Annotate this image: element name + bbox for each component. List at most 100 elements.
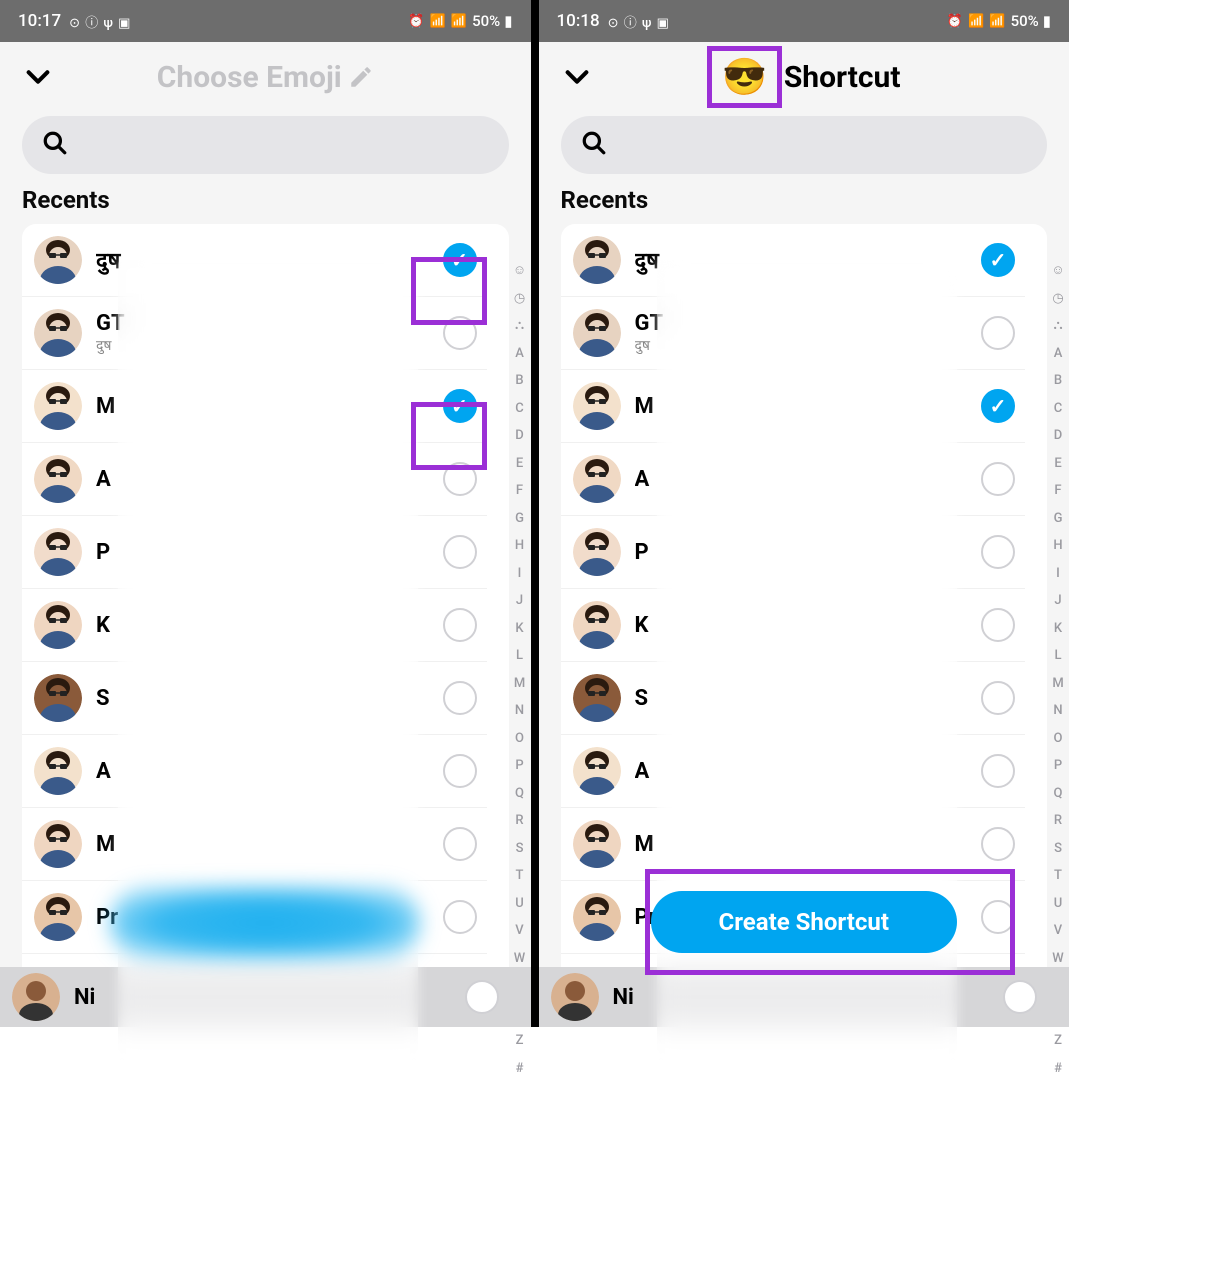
index-letter[interactable]: D [1054,428,1063,443]
index-letter[interactable]: C [1054,401,1063,416]
list-item[interactable]: M [561,808,1026,881]
list-item[interactable]: दुष [22,224,487,297]
group-index-icon[interactable]: ⛬ [515,318,524,333]
list-item[interactable]: A [561,443,1026,516]
back-chevron[interactable] [557,57,597,97]
index-letter[interactable]: J [516,593,523,608]
list-item[interactable]: K [22,589,487,662]
select-checkbox[interactable] [981,535,1015,569]
index-letter[interactable]: O [515,731,524,746]
index-letter[interactable]: O [1054,731,1063,746]
index-letter[interactable]: Z [516,1033,524,1048]
select-checkbox[interactable] [443,681,477,715]
search-input[interactable] [22,116,509,174]
list-item[interactable]: M [22,370,487,443]
select-checkbox[interactable] [981,608,1015,642]
index-letter[interactable]: Q [515,786,524,801]
index-letter[interactable]: I [518,566,522,581]
select-checkbox[interactable] [443,608,477,642]
select-checkbox[interactable] [981,243,1015,277]
list-item[interactable]: Ni [539,967,1070,1027]
index-letter[interactable]: D [515,428,524,443]
list-item[interactable]: A [22,443,487,516]
index-letter[interactable]: W [1052,951,1063,966]
list-item[interactable]: M [22,808,487,881]
index-letter[interactable]: R [515,813,523,828]
page-title[interactable]: 😎 Shortcut [597,46,1012,108]
list-item[interactable]: P [561,516,1026,589]
index-letter[interactable]: U [515,896,524,911]
index-letter[interactable]: G [1054,511,1063,526]
emoji-index-icon[interactable]: ☺ [1051,262,1064,278]
index-letter[interactable]: F [516,483,523,498]
index-letter[interactable]: V [1054,923,1062,938]
index-letter[interactable]: I [1056,566,1060,581]
select-checkbox[interactable] [981,754,1015,788]
select-checkbox[interactable] [981,316,1015,350]
select-checkbox[interactable] [443,900,477,934]
select-checkbox[interactable] [981,681,1015,715]
select-checkbox[interactable] [443,754,477,788]
index-letter[interactable]: E [1054,456,1061,471]
index-letter[interactable]: L [1054,648,1061,663]
list-item[interactable]: P [22,516,487,589]
index-letter[interactable]: T [516,868,524,883]
list-item[interactable]: S [561,662,1026,735]
list-item[interactable]: Ni [0,967,531,1027]
index-letter[interactable]: P [1054,758,1062,773]
select-checkbox[interactable] [443,243,477,277]
select-checkbox[interactable] [1003,980,1037,1014]
index-letter[interactable]: A [515,346,524,361]
index-letter[interactable]: G [515,511,524,526]
index-letter[interactable]: H [515,538,524,553]
index-letter[interactable]: H [1053,538,1062,553]
alpha-index[interactable]: ☺ ◷ ⛬ ABCDEFGHIJKLMNOPQRSTUVWXYZ# [1049,262,1067,1076]
list-item[interactable]: A [561,735,1026,808]
index-letter[interactable]: S [1054,841,1062,856]
index-letter[interactable]: Z [1054,1033,1062,1048]
list-item[interactable]: K [561,589,1026,662]
index-letter[interactable]: A [1054,346,1063,361]
index-letter[interactable]: # [1054,1061,1062,1076]
index-letter[interactable]: L [516,648,523,663]
index-letter[interactable]: R [1054,813,1062,828]
alpha-index[interactable]: ☺ ◷ ⛬ ABCDEFGHIJKLMNOPQRSTUVWXYZ# [511,262,529,1076]
select-checkbox[interactable] [443,827,477,861]
select-checkbox[interactable] [443,389,477,423]
index-letter[interactable]: E [516,456,523,471]
index-letter[interactable]: Q [1054,786,1063,801]
emoji-index-icon[interactable]: ☺ [513,262,526,278]
index-letter[interactable]: T [1054,868,1062,883]
select-checkbox[interactable] [443,535,477,569]
index-letter[interactable]: M [514,676,525,691]
index-letter[interactable]: K [515,621,523,636]
index-letter[interactable]: U [1054,896,1063,911]
create-shortcut-button[interactable]: Create Shortcut [651,891,957,953]
select-checkbox[interactable] [443,462,477,496]
cta-blurred[interactable] [110,887,420,959]
list-item[interactable]: दुष [561,224,1026,297]
select-checkbox[interactable] [443,316,477,350]
index-letter[interactable]: N [1053,703,1062,718]
list-item[interactable]: S [22,662,487,735]
index-letter[interactable]: W [514,951,525,966]
back-chevron[interactable] [18,57,58,97]
group-index-icon[interactable]: ⛬ [1053,318,1062,333]
recent-index-icon[interactable]: ◷ [514,291,525,306]
index-letter[interactable]: M [1052,676,1063,691]
select-checkbox[interactable] [981,827,1015,861]
index-letter[interactable]: J [1054,593,1061,608]
index-letter[interactable]: P [515,758,523,773]
index-letter[interactable]: C [515,401,524,416]
list-item[interactable]: A [22,735,487,808]
recent-index-icon[interactable]: ◷ [1052,291,1063,306]
select-checkbox[interactable] [981,900,1015,934]
index-letter[interactable]: S [516,841,524,856]
list-item[interactable]: GTदुष [561,297,1026,370]
search-input[interactable] [561,116,1048,174]
index-letter[interactable]: B [515,373,523,388]
list-item[interactable]: GTदुष [22,297,487,370]
select-checkbox[interactable] [465,980,499,1014]
page-title[interactable]: Choose Emoji [58,60,473,95]
select-checkbox[interactable] [981,389,1015,423]
